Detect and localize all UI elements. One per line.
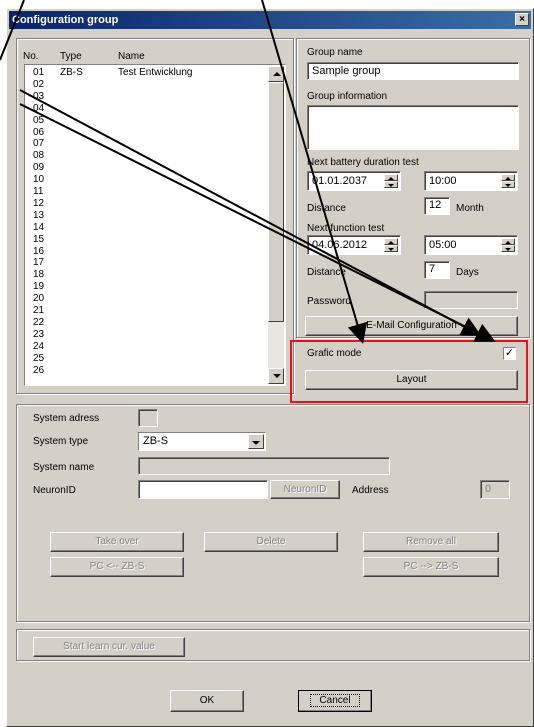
arrow-to-email-config bbox=[19, 89, 482, 336]
arrow-to-email-button bbox=[261, 0, 368, 344]
annotation-arrows bbox=[0, 0, 496, 344]
arrow-left-upper bbox=[0, 0, 25, 61]
